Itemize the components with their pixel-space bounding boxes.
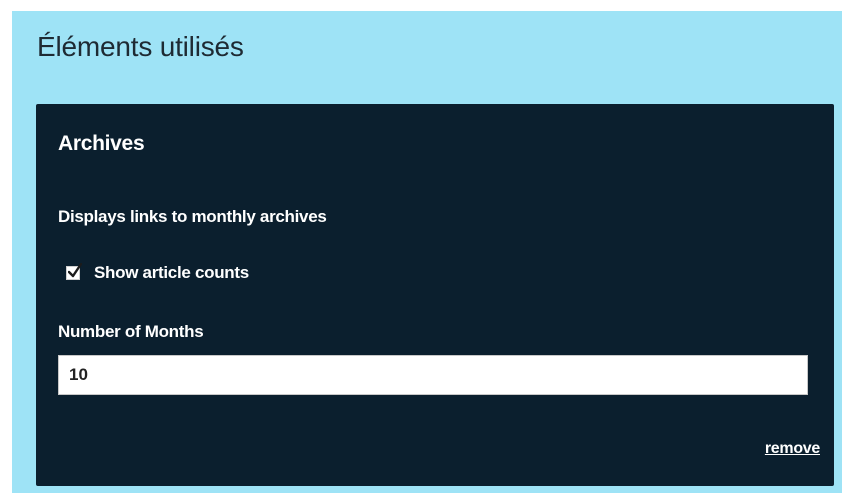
panel-title: Éléments utilisés	[37, 31, 244, 62]
remove-link[interactable]: remove	[765, 440, 820, 458]
show-article-counts-option[interactable]: Show article counts	[66, 263, 249, 283]
number-of-months-input[interactable]	[58, 355, 808, 395]
number-of-months-label: Number of Months	[58, 322, 204, 341]
archives-widget: Archives Displays links to monthly archi…	[36, 104, 834, 486]
widget-title: Archives	[58, 132, 145, 155]
checkmark-icon	[68, 263, 82, 278]
used-widgets-panel: Éléments utilisés Archives Displays link…	[12, 11, 842, 493]
show-article-counts-label: Show article counts	[94, 263, 249, 282]
show-article-counts-checkbox[interactable]	[66, 263, 82, 280]
widget-description: Displays links to monthly archives	[58, 207, 327, 226]
